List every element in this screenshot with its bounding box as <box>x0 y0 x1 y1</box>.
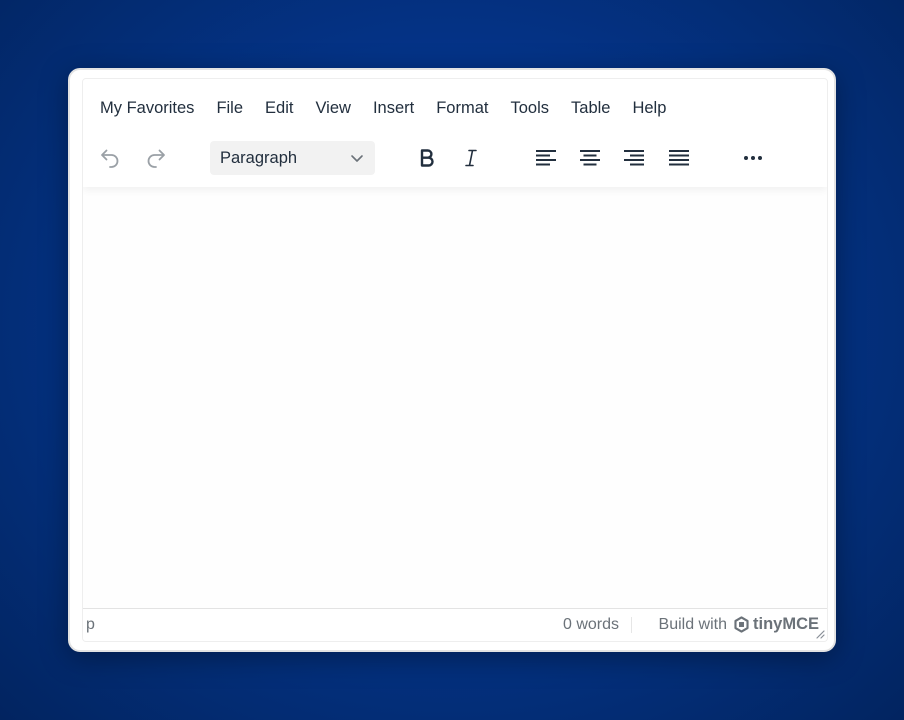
align-right-button[interactable] <box>617 141 651 175</box>
menu-table[interactable]: Table <box>560 93 621 123</box>
align-center-icon <box>580 150 600 166</box>
more-button[interactable] <box>736 141 770 175</box>
bold-icon <box>420 149 434 167</box>
more-icon <box>744 156 762 160</box>
align-right-icon <box>624 150 644 166</box>
menu-insert[interactable]: Insert <box>362 93 425 123</box>
toolbar: Paragraph <box>83 141 827 177</box>
menu-format[interactable]: Format <box>425 93 499 123</box>
menu-file[interactable]: File <box>205 93 254 123</box>
branding-link[interactable]: Build with tinyMCE <box>659 615 819 634</box>
element-path[interactable]: p <box>86 616 95 634</box>
chevron-down-icon <box>351 155 363 162</box>
redo-icon <box>147 149 165 168</box>
editor-header: My Favorites File Edit View Insert Forma… <box>83 79 827 187</box>
statusbar-divider <box>631 617 632 633</box>
bold-button[interactable] <box>410 141 444 175</box>
undo-button[interactable] <box>93 141 127 175</box>
resize-handle-icon[interactable] <box>813 627 825 639</box>
menu-my-favorites[interactable]: My Favorites <box>89 93 205 123</box>
block-format-select[interactable]: Paragraph <box>210 141 375 175</box>
undo-icon <box>101 149 119 168</box>
tinymce-logo-icon <box>734 616 749 633</box>
editor-container: My Favorites File Edit View Insert Forma… <box>82 78 828 642</box>
branding-name: tinyMCE <box>753 615 819 633</box>
menubar: My Favorites File Edit View Insert Forma… <box>89 93 677 123</box>
italic-button[interactable] <box>454 141 488 175</box>
menu-view[interactable]: View <box>304 93 361 123</box>
align-justify-button[interactable] <box>662 141 696 175</box>
branding-prefix: Build with <box>658 615 727 633</box>
tinymce-editor: My Favorites File Edit View Insert Forma… <box>68 68 836 652</box>
align-left-icon <box>536 150 556 166</box>
menu-edit[interactable]: Edit <box>254 93 304 123</box>
menu-tools[interactable]: Tools <box>499 93 560 123</box>
statusbar: p 0 words Build with tinyMCE <box>83 608 827 641</box>
word-count[interactable]: 0 words <box>563 616 619 634</box>
editor-content-area[interactable] <box>83 187 827 609</box>
redo-button[interactable] <box>139 141 173 175</box>
align-center-button[interactable] <box>573 141 607 175</box>
menu-help[interactable]: Help <box>621 93 677 123</box>
align-justify-icon <box>669 150 689 166</box>
align-left-button[interactable] <box>529 141 563 175</box>
block-format-label: Paragraph <box>220 148 298 167</box>
italic-icon <box>465 149 477 167</box>
